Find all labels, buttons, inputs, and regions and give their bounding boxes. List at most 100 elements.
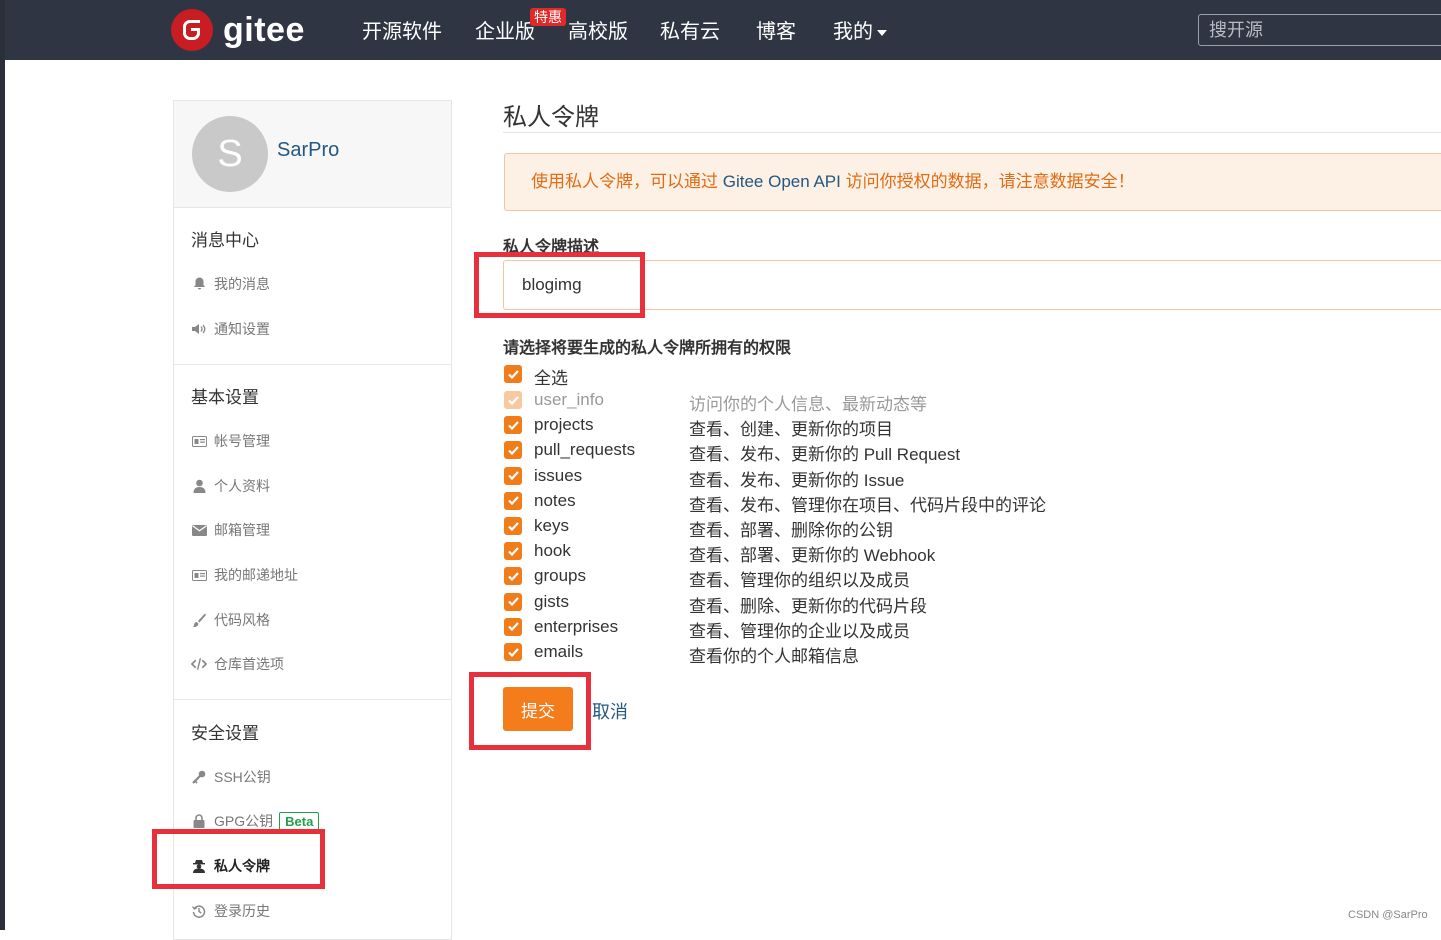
sidebar-item-label: 代码风格: [214, 610, 270, 630]
section-title-messages: 消息中心: [191, 226, 259, 251]
watermark: CSDN @SarPro: [1348, 909, 1428, 921]
permission-name: enterprises: [534, 617, 618, 637]
permission-description: 查看、删除、更新你的代码片段: [689, 592, 927, 617]
permission-description: 查看、管理你的组织以及成员: [689, 566, 910, 591]
permission-description: 查看、管理你的企业以及成员: [689, 617, 910, 642]
sidebar-item-label: SSH公钥: [214, 767, 271, 787]
permission-checkbox-issues[interactable]: [504, 467, 522, 485]
section-title-basic: 基本设置: [191, 383, 259, 408]
alert-text-before: 使用私人令牌，可以通过: [531, 172, 723, 191]
sidebar-item-repo-preferences[interactable]: 仓库首选项: [191, 654, 284, 674]
key-icon: [191, 770, 207, 784]
permission-name: gists: [534, 592, 569, 612]
permission-checkbox-hook[interactable]: [504, 542, 522, 560]
sidebar-item-label: 我的邮递地址: [214, 565, 298, 585]
sidebar-item-notification-settings[interactable]: 通知设置: [191, 319, 270, 339]
nav-mine-dropdown[interactable]: 我的: [833, 18, 887, 46]
permission-description: 查看、发布、更新你的 Issue: [689, 466, 904, 491]
sidebar-item-label: GPG公钥: [214, 811, 273, 831]
permission-name: projects: [534, 415, 594, 435]
caret-down-icon: [877, 30, 887, 36]
username-link[interactable]: SarPro: [277, 139, 339, 162]
window-edge: [0, 0, 5, 930]
open-api-link[interactable]: Gitee Open API: [723, 172, 841, 191]
gitee-logo[interactable]: gitee: [171, 9, 305, 51]
volume-icon: [191, 322, 207, 336]
permission-name: keys: [534, 516, 569, 536]
user-icon: [191, 479, 207, 493]
sidebar-item-login-history[interactable]: 登录历史: [191, 901, 270, 921]
sidebar-item-code-style[interactable]: 代码风格: [191, 610, 270, 630]
gitee-logo-icon: [171, 9, 213, 51]
sidebar-item-account[interactable]: 帐号管理: [191, 431, 270, 451]
history-icon: [191, 904, 207, 918]
nav-education[interactable]: 高校版: [568, 18, 628, 46]
permission-description: 查看、创建、更新你的项目: [689, 415, 893, 440]
page-title: 私人令牌: [503, 97, 599, 132]
permission-checkbox-enterprises[interactable]: [504, 618, 522, 636]
cancel-link[interactable]: 取消: [592, 698, 628, 724]
annotation-box-submit: [469, 672, 591, 750]
permission-name: hook: [534, 541, 571, 561]
annotation-box-description: [474, 252, 645, 318]
permission-checkbox-pull_requests[interactable]: [504, 441, 522, 459]
nav-enterprise[interactable]: 企业版: [475, 18, 535, 46]
sidebar-item-my-messages[interactable]: 我的消息: [191, 274, 270, 294]
settings-sidebar: S SarPro 消息中心 我的消息 通知设置 基本设置 帐号管理 个人资料 邮…: [173, 100, 452, 940]
lock-icon: [191, 814, 207, 828]
sidebar-item-gpg-keys[interactable]: GPG公钥 Beta: [191, 811, 319, 831]
permission-name: notes: [534, 491, 576, 511]
logo-text: gitee: [223, 9, 305, 51]
envelope-icon: [191, 523, 207, 537]
permissions-label: 请选择将要生成的私人令牌所拥有的权限: [503, 334, 791, 358]
permission-description: 访问你的个人信息、最新动态等: [689, 390, 927, 415]
alert-text-after: 访问你授权的数据，请注意数据安全！: [841, 172, 1135, 191]
permission-checkbox-gists[interactable]: [504, 593, 522, 611]
sidebar-item-profile[interactable]: 个人资料: [191, 476, 270, 496]
sidebar-item-ssh-keys[interactable]: SSH公钥: [191, 767, 271, 787]
permission-checkbox-keys[interactable]: [504, 517, 522, 535]
permission-checkbox-projects[interactable]: [504, 416, 522, 434]
top-navbar: gitee 开源软件 企业版 特惠 高校版 私有云 博客 我的: [5, 0, 1441, 60]
security-alert: 使用私人令牌，可以通过 Gitee Open API 访问你授权的数据，请注意数…: [504, 153, 1441, 211]
permission-description: 查看你的个人邮箱信息: [689, 642, 859, 667]
profile-card: S SarPro: [174, 101, 451, 208]
permission-description: 查看、发布、管理你在项目、代码片段中的评论: [689, 491, 1046, 516]
permission-checkbox-emails[interactable]: [504, 643, 522, 661]
promo-badge: 特惠: [530, 8, 566, 26]
sidebar-item-label: 仓库首选项: [214, 654, 284, 674]
select-all-checkbox[interactable]: [504, 365, 522, 383]
sidebar-item-address[interactable]: 我的邮递地址: [191, 565, 298, 585]
address-card-icon: [191, 568, 207, 582]
permission-checkbox-user_info: [504, 391, 522, 409]
sidebar-item-label: 通知设置: [214, 319, 270, 339]
sidebar-item-email[interactable]: 邮箱管理: [191, 520, 270, 540]
select-all-label: 全选: [534, 364, 568, 389]
nav-mine-label: 我的: [833, 21, 873, 43]
permission-description: 查看、部署、更新你的 Webhook: [689, 541, 935, 566]
nav-private-cloud[interactable]: 私有云: [660, 18, 720, 46]
id-card-icon: [191, 434, 207, 448]
permission-description: 查看、部署、删除你的公钥: [689, 516, 893, 541]
permission-name: pull_requests: [534, 440, 635, 460]
permission-checkbox-groups[interactable]: [504, 567, 522, 585]
divider: [174, 699, 451, 700]
code-icon: [191, 657, 207, 671]
beta-badge: Beta: [279, 812, 319, 831]
title-divider: [503, 132, 1441, 133]
section-title-security: 安全设置: [191, 719, 259, 744]
sidebar-item-label: 个人资料: [214, 476, 270, 496]
annotation-box-token-menu: [152, 829, 325, 889]
permission-name: issues: [534, 466, 582, 486]
divider: [174, 364, 451, 365]
permission-name: groups: [534, 566, 586, 586]
permission-name: user_info: [534, 390, 604, 410]
paint-brush-icon: [191, 613, 207, 627]
bell-icon: [191, 277, 207, 291]
avatar[interactable]: S: [192, 116, 268, 192]
nav-blog[interactable]: 博客: [756, 18, 796, 46]
permission-name: emails: [534, 642, 583, 662]
search-input[interactable]: [1198, 14, 1441, 46]
nav-open-source[interactable]: 开源软件: [362, 18, 442, 46]
permission-checkbox-notes[interactable]: [504, 492, 522, 510]
